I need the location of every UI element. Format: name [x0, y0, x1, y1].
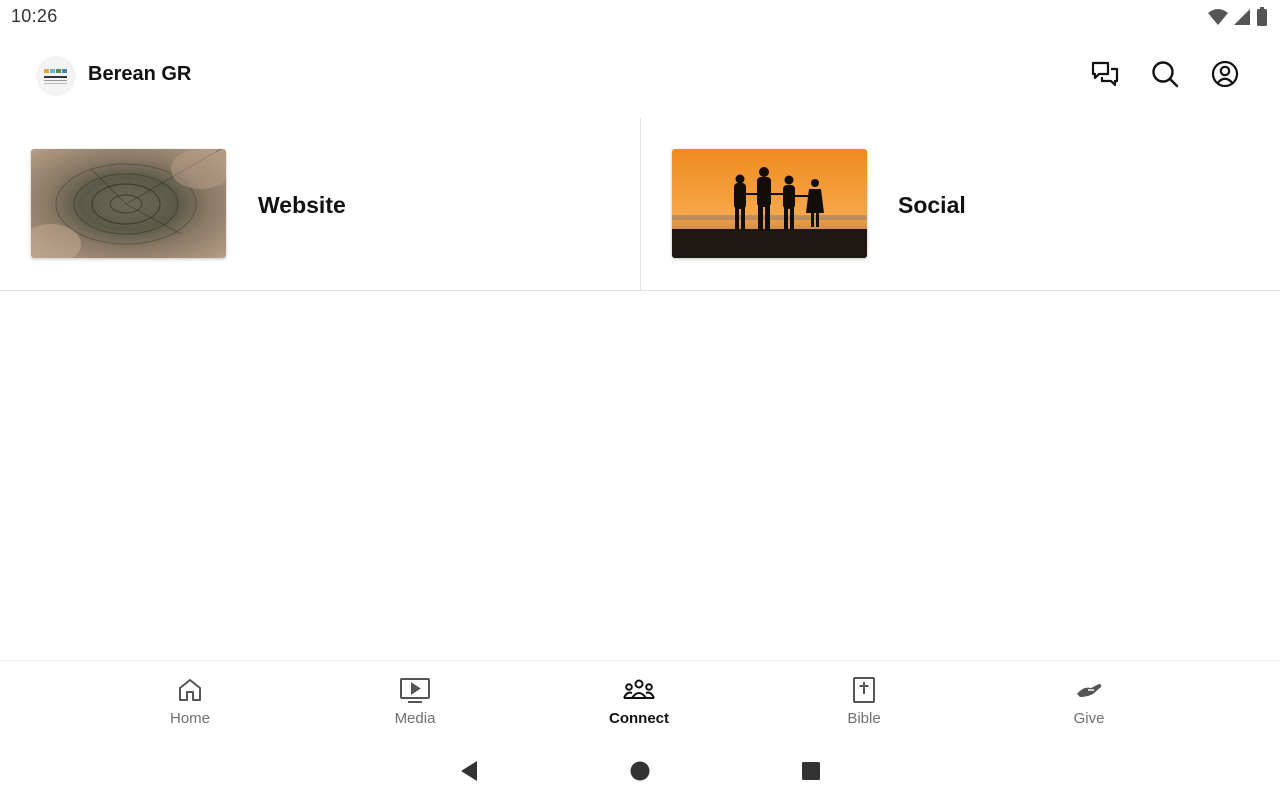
- people-group-icon: [622, 675, 656, 705]
- battery-icon: [1256, 7, 1268, 31]
- home-icon: [177, 675, 203, 705]
- nav-item-connect[interactable]: Connect: [579, 661, 699, 741]
- nav-item-home[interactable]: Home: [130, 661, 250, 741]
- back-icon[interactable]: [453, 756, 483, 786]
- website-card[interactable]: Website: [0, 118, 640, 290]
- recents-square-icon[interactable]: [796, 756, 826, 786]
- nav-label-media: Media: [394, 710, 436, 727]
- chat-icon[interactable]: [1090, 58, 1120, 90]
- tree-rings-wood-image: [31, 149, 226, 258]
- cellular-signal-icon: [1233, 8, 1251, 31]
- status-icons: [1208, 7, 1268, 31]
- sunset-family-silhouette-image: [672, 149, 867, 258]
- nav-item-media[interactable]: Media: [355, 661, 475, 741]
- nav-label-give: Give: [1073, 710, 1105, 727]
- app-title: Berean GR: [88, 63, 192, 85]
- wifi-icon: [1208, 8, 1228, 31]
- give-hand-icon: [1074, 675, 1104, 705]
- social-card[interactable]: Social: [640, 118, 1280, 290]
- status-time: 10:26: [11, 6, 58, 26]
- connect-cards: Website Social: [0, 118, 1280, 291]
- system-navigation-bar: [0, 740, 1280, 800]
- home-circle-icon[interactable]: [625, 756, 655, 786]
- search-icon[interactable]: [1150, 58, 1180, 90]
- nav-item-bible[interactable]: Bible: [804, 661, 924, 741]
- account-icon[interactable]: [1210, 58, 1240, 90]
- church-logo[interactable]: [36, 56, 76, 96]
- app-actions: [1090, 58, 1240, 90]
- nav-item-give[interactable]: Give: [1029, 661, 1149, 741]
- nav-label-connect: Connect: [609, 710, 669, 727]
- status-bar: 10:26: [0, 0, 1280, 34]
- website-label: Website: [258, 192, 346, 218]
- media-play-icon: [399, 675, 431, 705]
- bible-book-icon: [851, 675, 877, 705]
- nav-label-home: Home: [169, 710, 210, 727]
- app-bar: Berean GR: [0, 34, 1280, 118]
- nav-label-bible: Bible: [847, 710, 881, 727]
- social-label: Social: [898, 192, 966, 218]
- bottom-navigation: Home Media Connect Bible Give: [0, 660, 1280, 740]
